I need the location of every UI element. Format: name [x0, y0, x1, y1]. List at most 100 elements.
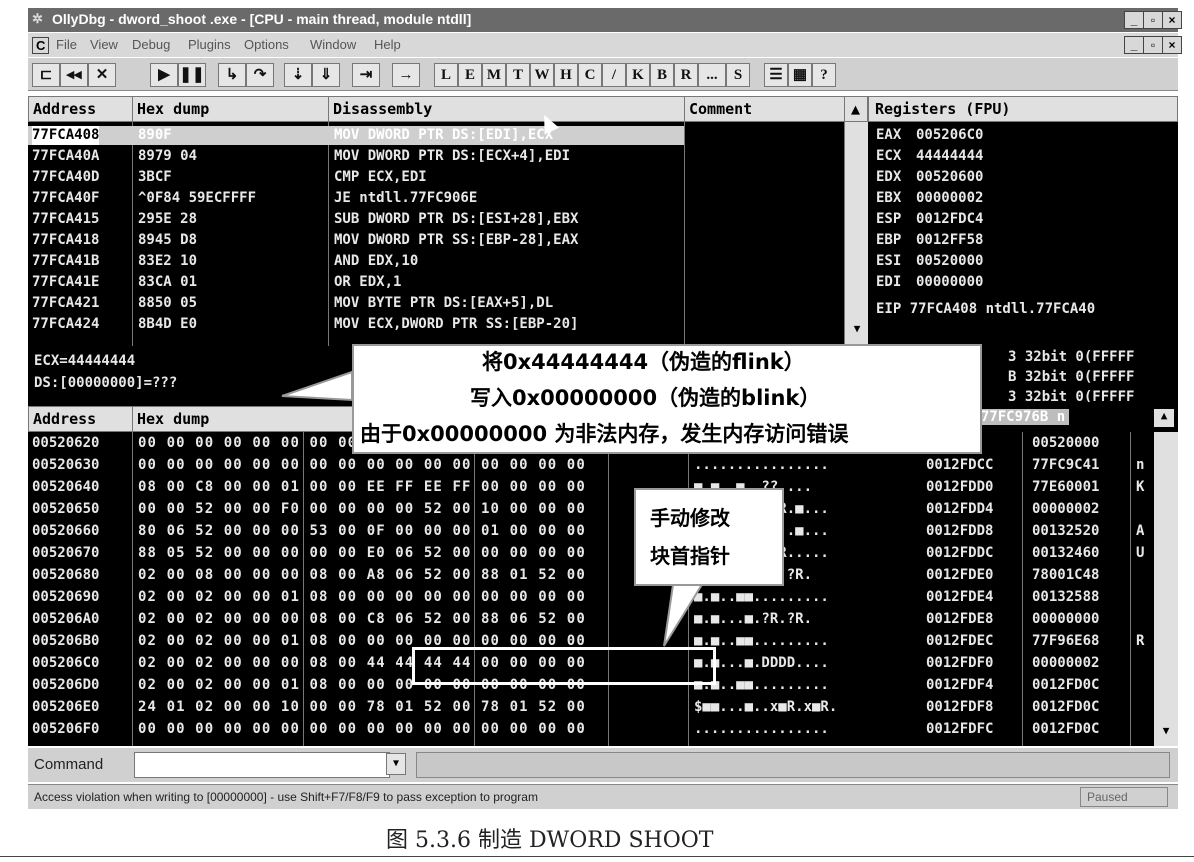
- go-to-icon[interactable]: →: [392, 63, 420, 87]
- windows-button[interactable]: W: [530, 63, 554, 87]
- disasm-row[interactable]: 77FCA40D 3BCF CMP ECX,EDI: [28, 168, 684, 187]
- dump-address: 00520630: [32, 457, 100, 473]
- disasm-row[interactable]: 77FCA424 8B4D E0 MOV ECX,DWORD PTR SS:[EBP…: [28, 315, 684, 334]
- eip-row[interactable]: EIP 77FCA408 ntdll.77FCA40: [876, 300, 1095, 319]
- callstack-button[interactable]: K: [626, 63, 650, 87]
- dump-address: 005206C0: [32, 655, 100, 671]
- scroll-down-icon[interactable]: ▼: [845, 322, 869, 346]
- col-hex-dump[interactable]: Hex dump: [133, 97, 329, 121]
- dump-address: 005206E0: [32, 699, 100, 715]
- disassembly-header: Address Hex dump Disassembly Comment ▲: [28, 96, 869, 122]
- pause-icon[interactable]: ❚❚: [178, 63, 206, 87]
- registers-header[interactable]: Registers (FPU): [868, 96, 1178, 122]
- list-icon[interactable]: ☰: [764, 63, 788, 87]
- register-value: 0012FDC4: [916, 211, 984, 227]
- close-icon[interactable]: ✕: [88, 63, 116, 87]
- register-value: 00520000: [916, 253, 984, 269]
- help-button[interactable]: ?: [812, 63, 836, 87]
- stack-value: 0012FD0C: [1032, 721, 1100, 737]
- executables-button[interactable]: E: [458, 63, 482, 87]
- run-icon[interactable]: ▶: [150, 63, 178, 87]
- step-over-icon[interactable]: ↷: [246, 63, 274, 87]
- dump-address: 00520680: [32, 567, 100, 583]
- status-state: Paused: [1080, 787, 1168, 807]
- disasm-instruction: MOV DWORD PTR DS:[EDI],ECX: [334, 127, 554, 143]
- command-dropdown-icon[interactable]: ▼: [386, 753, 406, 775]
- scroll-up-icon[interactable]: ▲: [845, 97, 869, 121]
- run-trace-button[interactable]: ...: [698, 63, 726, 87]
- disasm-row[interactable]: 77FCA40A 8979 04 MOV DWORD PTR DS:[ECX+4],…: [28, 147, 684, 166]
- info-line-1: ECX=44444444: [34, 353, 136, 369]
- open-icon[interactable]: ⊏: [32, 63, 60, 87]
- stack-scrollbar[interactable]: ▼: [1154, 432, 1178, 746]
- patches-button[interactable]: /: [602, 63, 626, 87]
- menu-cpu[interactable]: C: [32, 37, 50, 54]
- close-button[interactable]: ×: [1162, 11, 1182, 29]
- disassembly-body: 77FCA408 890F MOV DWORD PTR DS:[EDI],ECX 77…: [28, 122, 844, 346]
- menu-plugins[interactable]: Plugins: [188, 37, 231, 52]
- memory-button[interactable]: M: [482, 63, 506, 87]
- figure-caption: 图 5.3.6 制造 DWORD SHOOT: [386, 828, 714, 853]
- handles-button[interactable]: H: [554, 63, 578, 87]
- command-input[interactable]: [134, 752, 390, 778]
- disassembly-pane[interactable]: Address Hex dump Disassembly Comment ▲ 7…: [28, 96, 869, 346]
- disassembly-scrollbar[interactable]: ▼: [844, 122, 869, 346]
- minimize-button[interactable]: _: [1124, 11, 1144, 29]
- step-into-icon[interactable]: ↳: [218, 63, 246, 87]
- menu-window[interactable]: Window: [310, 37, 356, 52]
- stack-value: 0012FD0C: [1032, 677, 1100, 693]
- maximize-button[interactable]: ▫: [1143, 11, 1163, 29]
- disasm-row[interactable]: 77FCA421 8850 05 MOV BYTE PTR DS:[EAX+5],D…: [28, 294, 684, 313]
- dump-hex: 02 00 08 00 00 00 08 00 A8 06 52 00 88 0…: [138, 567, 586, 583]
- stack-value: 78001C48: [1032, 567, 1100, 583]
- annotation-callout-main: 将0x44444444（伪造的flink） 写入0x00000000（伪造的bl…: [281, 344, 982, 454]
- rewind-icon[interactable]: ◂◂: [60, 63, 88, 87]
- disasm-hex: ^0F84 59ECFFFF: [138, 190, 257, 206]
- disasm-hex: 3BCF: [138, 169, 172, 185]
- menu-file[interactable]: File: [56, 37, 77, 52]
- col-address[interactable]: Address: [29, 97, 133, 121]
- threads-button[interactable]: T: [506, 63, 530, 87]
- mdi-minimize-button[interactable]: _: [1124, 36, 1144, 54]
- stack-address: 0012FDD8: [926, 523, 994, 539]
- disasm-row[interactable]: 77FCA408 890F MOV DWORD PTR DS:[EDI],ECX: [28, 126, 684, 145]
- source-button[interactable]: S: [726, 63, 750, 87]
- disasm-row[interactable]: 77FCA41B 83E2 10 AND EDX,10: [28, 252, 684, 271]
- menu-options[interactable]: Options: [244, 37, 289, 52]
- dump-col-address[interactable]: Address: [29, 407, 133, 431]
- trace-over-icon[interactable]: ⇓: [312, 63, 340, 87]
- col-comment[interactable]: Comment: [685, 97, 845, 121]
- annotation-callout-small: 手动修改 块首指针: [634, 488, 784, 647]
- execute-till-return-icon[interactable]: ⇥: [352, 63, 380, 87]
- mdi-close-button[interactable]: ×: [1162, 36, 1182, 54]
- disasm-row[interactable]: 77FCA40F ^0F84 59ECFFFF JE ntdll.77FC906E: [28, 189, 684, 208]
- cpu-button[interactable]: C: [578, 63, 602, 87]
- disasm-instruction: OR EDX,1: [334, 274, 402, 290]
- disasm-row[interactable]: 77FCA418 8945 D8 MOV DWORD PTR SS:[EBP-28]…: [28, 231, 684, 250]
- disasm-hex: 83E2 10: [138, 253, 198, 269]
- log-button[interactable]: L: [434, 63, 458, 87]
- stack-pane[interactable]: 4 77FC976B n ▲ 8005200000012FDCC77FC9C41…: [908, 406, 1178, 746]
- stack-address: 0012FDEC: [926, 633, 994, 649]
- command-bar: Command ▼: [28, 748, 1178, 782]
- disasm-row[interactable]: 77FCA41E 83CA 01 OR EDX,1: [28, 273, 684, 292]
- grid-icon[interactable]: ▦: [788, 63, 812, 87]
- trace-into-icon[interactable]: ⇣: [284, 63, 312, 87]
- stack-scroll-up-icon[interactable]: ▲: [1154, 409, 1174, 427]
- registers-pane[interactable]: Registers (FPU) EAX 005206C0 ECX 44444444 ED…: [868, 96, 1178, 346]
- menu-debug[interactable]: Debug: [132, 37, 170, 52]
- col-disassembly[interactable]: Disassembly: [329, 97, 685, 121]
- references-button[interactable]: R: [674, 63, 698, 87]
- dump-address: 00520670: [32, 545, 100, 561]
- breakpoints-button[interactable]: B: [650, 63, 674, 87]
- stack-address: 0012FDF8: [926, 699, 994, 715]
- disasm-address: 77FCA40F: [32, 190, 100, 206]
- disasm-instruction: MOV BYTE PTR DS:[EAX+5],DL: [334, 295, 554, 311]
- menu-help[interactable]: Help: [374, 37, 401, 52]
- menu-view[interactable]: View: [90, 37, 118, 52]
- dump-hex: 88 05 52 00 00 00 00 00 E0 06 52 00 00 0…: [138, 545, 586, 561]
- mdi-restore-button[interactable]: ▫: [1143, 36, 1163, 54]
- disasm-row[interactable]: 77FCA415 295E 28 SUB DWORD PTR DS:[ESI+28]…: [28, 210, 684, 229]
- stack-value: 00132460: [1032, 545, 1100, 561]
- stack-scroll-down-icon[interactable]: ▼: [1154, 724, 1178, 744]
